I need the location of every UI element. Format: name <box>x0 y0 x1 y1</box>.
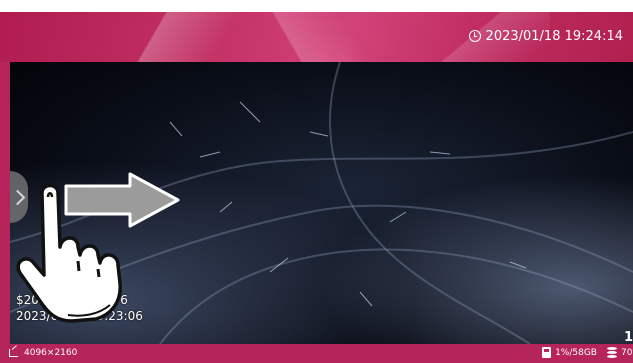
resolution-icon <box>9 348 19 358</box>
app-frame: 2023/01/18 19:24:14 $2023 6 2023/01/18 1… <box>0 12 633 363</box>
page-number: 1 <box>623 330 633 345</box>
sd-card-icon <box>542 347 552 358</box>
database-icon <box>606 347 617 358</box>
storage-text: 1%/58GB <box>555 347 597 358</box>
header-decoration <box>250 12 390 62</box>
storage-indicator: 1%/58GB 70% <box>542 347 633 358</box>
clock-icon <box>468 30 481 42</box>
header-decoration <box>90 12 250 62</box>
battery-text: 70% <box>620 347 633 358</box>
datetime-text: 2023/01/18 19:24:14 <box>485 28 623 44</box>
pointing-hand-icon <box>16 183 122 323</box>
resolution-text: 4096×2160 <box>24 348 78 358</box>
header-bar: 2023/01/18 19:24:14 <box>0 12 633 62</box>
status-bar: 4096×2160 1%/58GB 70% <box>0 344 633 363</box>
resolution-indicator: 4096×2160 <box>9 348 77 358</box>
datetime-display: 2023/01/18 19:24:14 <box>468 26 623 46</box>
